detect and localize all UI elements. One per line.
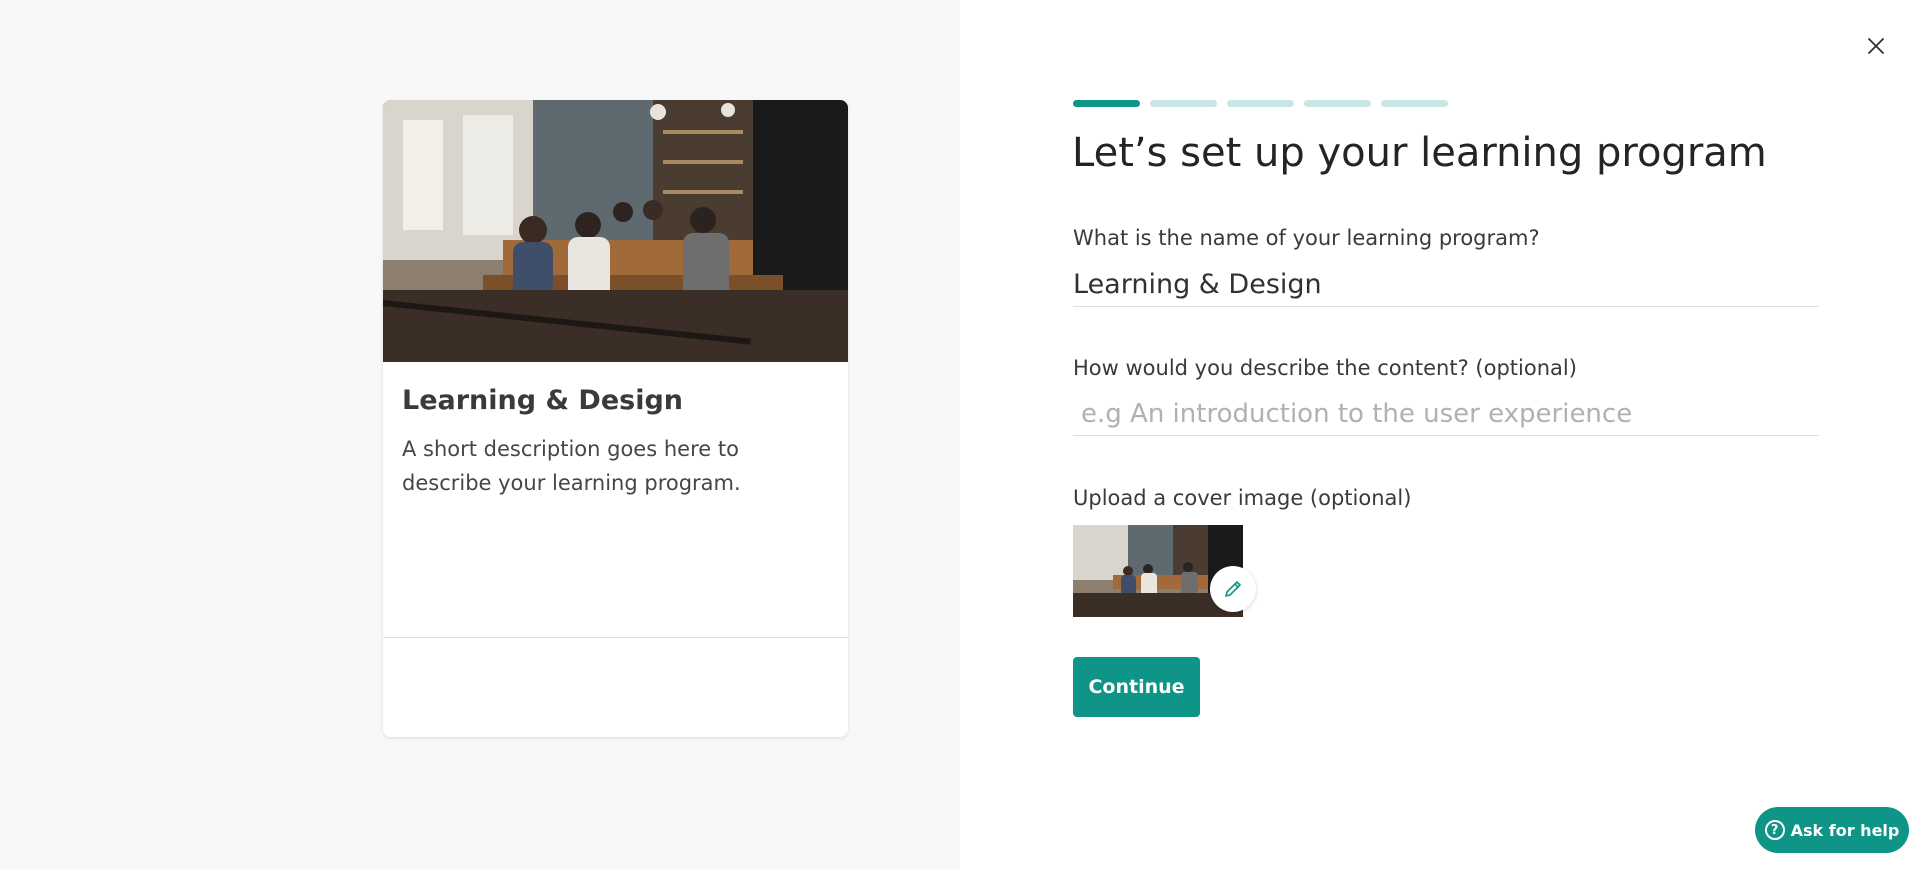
progress-step-4 <box>1304 100 1371 107</box>
progress-step-5 <box>1381 100 1448 107</box>
question-circle-icon: ? <box>1764 820 1785 840</box>
cover-image-label: Upload a cover image (optional) <box>1073 486 1412 510</box>
close-button[interactable] <box>1862 32 1890 60</box>
card-description: A short description goes here to describ… <box>402 437 741 495</box>
edit-cover-button[interactable] <box>1210 566 1256 612</box>
description-label: How would you describe the content? (opt… <box>1073 356 1577 380</box>
preview-card: Learning & Design A short description go… <box>383 100 848 737</box>
help-label: Ask for help <box>1790 820 1900 840</box>
card-divider <box>383 637 848 638</box>
progress-step-1 <box>1073 100 1140 107</box>
progress-step-2 <box>1150 100 1217 107</box>
card-title: Learning & Design <box>402 385 684 416</box>
name-label: What is the name of your learning progra… <box>1073 226 1540 250</box>
step-progress <box>1073 100 1448 107</box>
card-cover-image <box>383 100 848 362</box>
progress-step-3 <box>1227 100 1294 107</box>
page-title: Let’s set up your learning program <box>1072 130 1767 176</box>
continue-button[interactable]: Continue <box>1073 657 1200 717</box>
program-description-input[interactable] <box>1073 392 1819 436</box>
close-icon <box>1868 38 1884 54</box>
preview-pane: Learning & Design A short description go… <box>0 0 960 869</box>
pencil-icon <box>1225 581 1241 597</box>
ask-for-help-button[interactable]: ? Ask for help <box>1755 807 1909 853</box>
program-name-input[interactable] <box>1073 262 1819 307</box>
